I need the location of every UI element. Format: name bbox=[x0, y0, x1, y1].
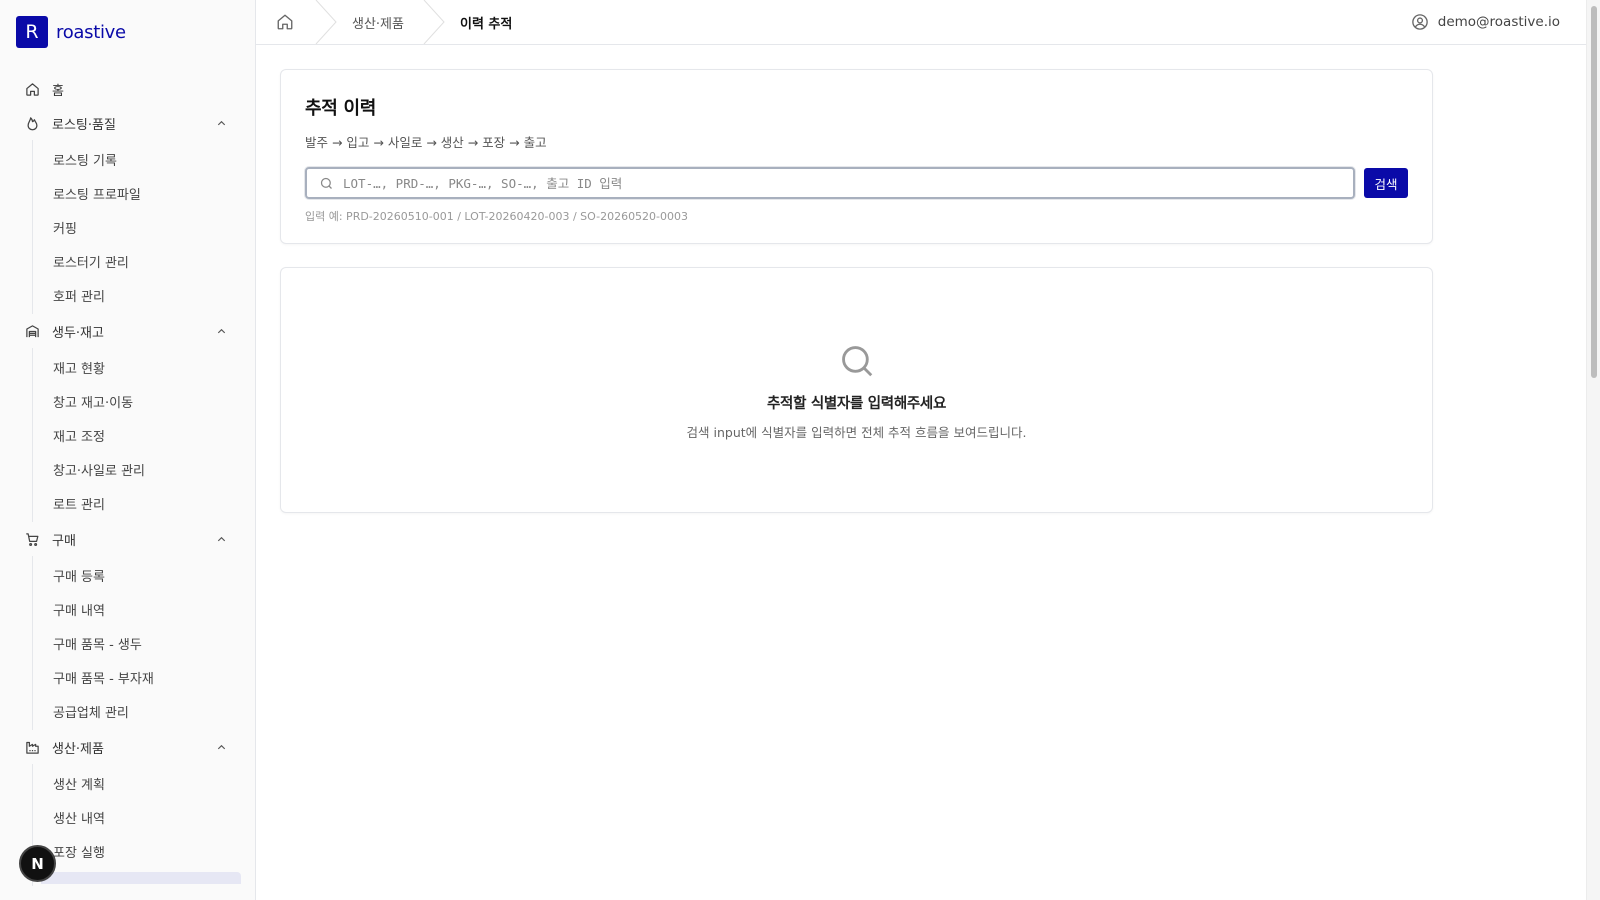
sidebar-sublist-production: 생산 계획 생산 내역 포장 실행 bbox=[32, 764, 241, 886]
sidebar-subitem[interactable]: 창고·사일로 관리 bbox=[53, 452, 231, 486]
sidebar-sublist-roasting: 로스팅 기록 로스팅 프로파일 커핑 로스터기 관리 호퍼 관리 bbox=[32, 140, 231, 314]
sidebar-group-label: 구매 bbox=[52, 533, 76, 549]
sidebar-nav: 홈 로스팅·품질 로스팅 기록 로스팅 프로파일 커핑 로스터기 관리 호퍼 관… bbox=[0, 64, 255, 886]
breadcrumb-separator bbox=[315, 0, 337, 44]
sidebar-group-label: 로스팅·품질 bbox=[52, 117, 116, 133]
cart-icon bbox=[24, 531, 40, 547]
sidebar-subitem[interactable]: 로스터기 관리 bbox=[53, 244, 231, 278]
sidebar-subitem-active[interactable] bbox=[41, 872, 241, 884]
search-row: 검색 bbox=[305, 167, 1408, 199]
user-icon bbox=[1411, 13, 1429, 31]
warehouse-icon bbox=[24, 323, 40, 339]
breadcrumb-separator bbox=[423, 0, 445, 44]
sidebar-group-purchase[interactable]: 구매 bbox=[24, 522, 231, 556]
empty-state-title: 추적할 식별자를 입력해주세요 bbox=[766, 396, 946, 412]
trace-flow: 발주 → 입고 → 사일로 → 생산 → 포장 → 출고 bbox=[305, 135, 547, 150]
sidebar-group-inventory[interactable]: 생두·재고 bbox=[24, 314, 231, 348]
chevron-up-icon[interactable] bbox=[215, 741, 227, 753]
sidebar-item-label: 홈 bbox=[52, 83, 64, 99]
sidebar-item-home[interactable]: 홈 bbox=[24, 72, 231, 106]
sidebar-subitem[interactable]: 로스팅 프로파일 bbox=[53, 176, 231, 210]
sidebar-group-label: 생산·제품 bbox=[52, 741, 104, 757]
sidebar-subitem[interactable]: 포장 실행 bbox=[53, 834, 231, 868]
search-field[interactable] bbox=[305, 167, 1355, 199]
user-menu[interactable]: demo@roastive.io bbox=[1411, 13, 1586, 31]
sidebar-subitem[interactable]: 창고 재고·이동 bbox=[53, 384, 231, 418]
top-header: 생산·제품 이력 추적 demo@roastive.io bbox=[256, 0, 1586, 45]
sidebar-sublist-inventory: 재고 현황 창고 재고·이동 재고 조정 창고·사일로 관리 로트 관리 bbox=[32, 348, 231, 522]
sidebar-subitem[interactable]: 커핑 bbox=[53, 210, 231, 244]
chevron-up-icon[interactable] bbox=[215, 117, 227, 129]
empty-state-description: 검색 input에 식별자를 입력하면 전체 추적 흐름을 보여드립니다. bbox=[686, 425, 1027, 440]
sidebar-group-label: 생두·재고 bbox=[52, 325, 104, 341]
empty-state-card: 추적할 식별자를 입력해주세요 검색 input에 식별자를 입력하면 전체 추… bbox=[280, 267, 1433, 513]
chevron-up-icon[interactable] bbox=[215, 533, 227, 545]
sidebar-subitem[interactable]: 생산 계획 bbox=[53, 766, 231, 800]
search-button[interactable]: 검색 bbox=[1364, 168, 1408, 198]
search-icon bbox=[319, 176, 334, 191]
sidebar-group-production[interactable]: 생산·제품 bbox=[24, 730, 231, 764]
sidebar-group-roasting[interactable]: 로스팅·품질 bbox=[24, 106, 231, 140]
chevron-up-icon[interactable] bbox=[215, 325, 227, 337]
home-icon bbox=[24, 81, 40, 97]
sidebar-subitem[interactable]: 구매 품목 - 부자재 bbox=[53, 660, 231, 694]
flame-icon bbox=[24, 115, 40, 131]
floating-badge[interactable]: N bbox=[19, 845, 56, 882]
breadcrumb-item[interactable]: 생산·제품 bbox=[338, 0, 422, 44]
brand-name: roastive bbox=[56, 21, 126, 43]
page-scrollbar[interactable] bbox=[1586, 0, 1600, 900]
sidebar-subitem[interactable]: 구매 내역 bbox=[53, 592, 231, 626]
user-email: demo@roastive.io bbox=[1437, 14, 1560, 30]
factory-icon bbox=[24, 739, 40, 755]
sidebar-sublist-purchase: 구매 등록 구매 내역 구매 품목 - 생두 구매 품목 - 부자재 공급업체 … bbox=[32, 556, 231, 730]
brand-logo: R bbox=[16, 16, 48, 48]
trace-search-card: 추적 이력 발주 → 입고 → 사일로 → 생산 → 포장 → 출고 검색 입력… bbox=[280, 69, 1433, 244]
sidebar-subitem[interactable]: 생산 내역 bbox=[53, 800, 231, 834]
breadcrumb-home[interactable] bbox=[256, 0, 314, 44]
sidebar-subitem[interactable]: 공급업체 관리 bbox=[53, 694, 231, 728]
sidebar-subitem[interactable]: 구매 품목 - 생두 bbox=[53, 626, 231, 660]
brand[interactable]: R roastive bbox=[0, 0, 255, 64]
sidebar: R roastive 홈 로스팅·품질 로스팅 기록 로스팅 프로파일 커핑 로… bbox=[0, 0, 256, 900]
sidebar-subitem[interactable]: 구매 등록 bbox=[53, 558, 231, 592]
page-title: 추적 이력 bbox=[305, 98, 377, 119]
sidebar-subitem[interactable]: 로트 관리 bbox=[53, 486, 231, 520]
sidebar-subitem[interactable]: 호퍼 관리 bbox=[53, 278, 231, 312]
home-icon bbox=[276, 13, 294, 31]
scrollbar-thumb[interactable] bbox=[1591, 6, 1597, 378]
sidebar-subitem[interactable]: 로스팅 기록 bbox=[53, 142, 231, 176]
search-icon bbox=[838, 342, 876, 380]
sidebar-subitem[interactable]: 재고 조정 bbox=[53, 418, 231, 452]
sidebar-subitem[interactable]: 재고 현황 bbox=[53, 350, 231, 384]
search-input[interactable] bbox=[343, 175, 1353, 191]
breadcrumb-current: 이력 추적 bbox=[459, 16, 513, 32]
search-hint: 입력 예: PRD-20260510-001 / LOT-20260420-00… bbox=[305, 210, 689, 223]
